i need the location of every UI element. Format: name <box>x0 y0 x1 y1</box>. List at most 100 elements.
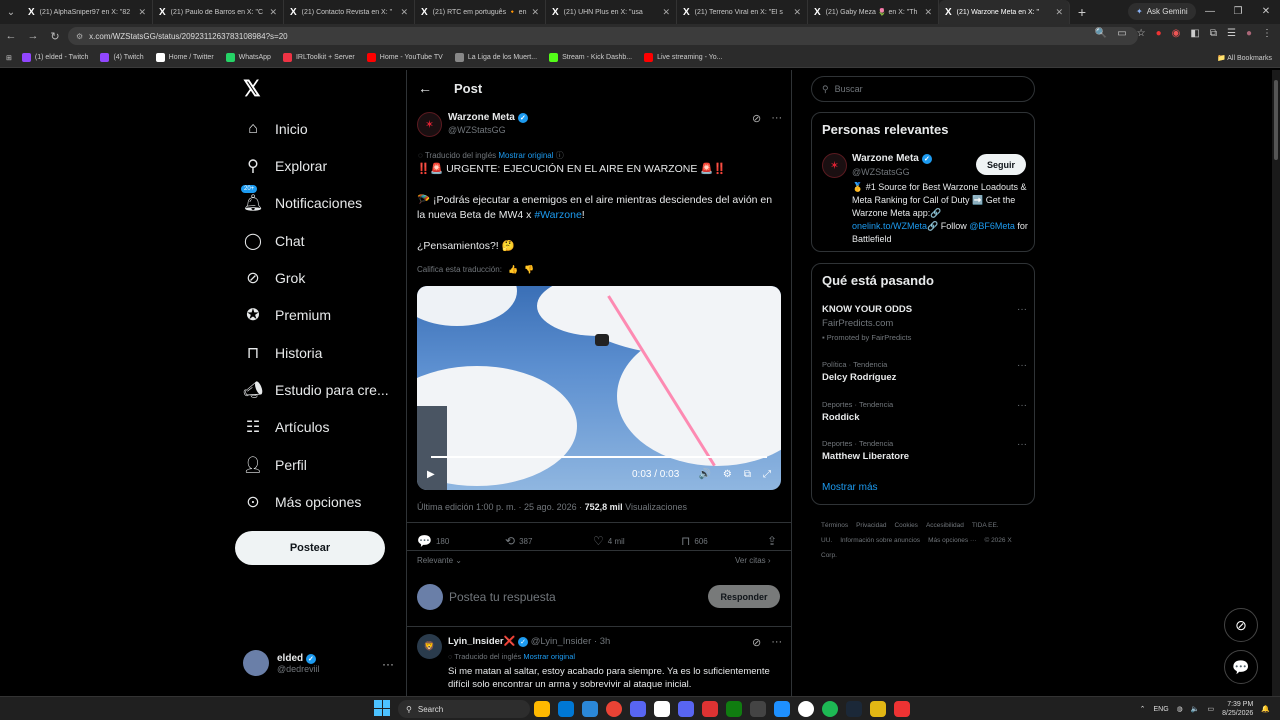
like-stat[interactable]: ♡ 4 mil <box>593 534 681 548</box>
share-button[interactable]: ⇪ <box>767 534 777 548</box>
nav-item-perfil[interactable]: 👤︎ Perfil <box>243 452 307 478</box>
close-tab-icon[interactable]: ✕ <box>662 7 670 18</box>
more-dots-icon[interactable]: ··· <box>1017 304 1027 315</box>
close-tab-icon[interactable]: ✕ <box>1055 7 1063 18</box>
app-icon[interactable] <box>870 701 886 717</box>
cast-icon[interactable]: ▭ <box>1117 28 1126 39</box>
footer-link[interactable]: Cookies <box>894 522 917 529</box>
nav-item-más-opciones[interactable]: ⊙ Más opciones <box>243 489 361 515</box>
edge-icon[interactable] <box>558 701 574 717</box>
footer-link[interactable]: Privacidad <box>856 522 886 529</box>
footer-link[interactable]: Más opciones ··· <box>928 537 976 544</box>
view-quotes-link[interactable]: Ver citas › <box>735 556 771 565</box>
forward-arrow-icon[interactable]: → <box>22 30 44 42</box>
bookmark-item[interactable]: IRLToolkit + Server <box>282 53 355 62</box>
extensions-icon[interactable]: ⧉ <box>1210 28 1217 39</box>
nav-item-premium[interactable]: ✪ Premium <box>243 302 331 328</box>
close-tab-icon[interactable]: ✕ <box>269 7 277 18</box>
nav-item-artículos[interactable]: ☷ Artículos <box>243 414 330 440</box>
star-icon[interactable]: ☆ <box>1137 28 1146 39</box>
notification-icon[interactable]: 🔔 <box>1261 705 1270 713</box>
x-logo[interactable]: 𝕏 <box>243 76 261 102</box>
more-dots-icon[interactable]: ··· <box>771 636 782 649</box>
scrollbar[interactable] <box>1272 70 1280 696</box>
reply-input[interactable]: Postea tu respuesta <box>449 590 556 604</box>
browser-tab[interactable]: X (21) Gaby Meza 🌷 en X: "Th ✕ <box>808 0 939 24</box>
all-bookmarks[interactable]: 📁 All Bookmarks <box>1217 54 1272 62</box>
author-avatar[interactable]: ✶ <box>822 153 847 178</box>
extension-lightning-icon[interactable]: ◉ <box>1172 28 1181 39</box>
bookmark-item[interactable]: Stream - Kick Dashb... <box>549 53 632 62</box>
more-dots-icon[interactable]: ··· <box>1017 439 1027 450</box>
extension-tools-icon[interactable]: ◧ <box>1190 28 1199 39</box>
bookmark-item[interactable]: (1) elded - Twitch <box>21 53 88 62</box>
bookmark-item[interactable]: Live streaming - Yo... <box>644 53 722 62</box>
profile-avatar[interactable]: ● <box>1246 28 1252 39</box>
apps-grid-icon[interactable]: ⊞ <box>6 54 12 62</box>
grok-icon[interactable]: ⊘ <box>1224 608 1258 642</box>
bookmark-item[interactable]: Home / Twitter <box>155 53 214 62</box>
bookmark-item[interactable]: (4) Twitch <box>100 53 144 62</box>
maximize-icon[interactable]: ❐ <box>1224 0 1252 24</box>
close-tab-icon[interactable]: ✕ <box>400 7 408 18</box>
play-icon[interactable]: ▶ <box>427 469 435 480</box>
app-icon[interactable] <box>894 701 910 717</box>
close-tab-icon[interactable]: ✕ <box>531 7 539 18</box>
pip-icon[interactable]: ⧉ <box>744 469 751 480</box>
spotify-icon[interactable] <box>822 701 838 717</box>
reply-author-name[interactable]: Lyin_Insider <box>448 636 504 647</box>
volume-icon[interactable]: 🔊 <box>698 469 710 480</box>
hashtag-link[interactable]: #Warzone <box>534 209 581 221</box>
nav-item-chat[interactable]: ◯ Chat <box>243 228 305 254</box>
sort-replies-dropdown[interactable]: Relevante ⌄ <box>417 556 462 565</box>
video-player[interactable]: ▶ 0:03 / 0:03 🔊 ⚙ ⧉ ⤢ <box>417 286 781 490</box>
nav-item-explorar[interactable]: ⚲ Explorar <box>243 153 327 179</box>
bio-link[interactable]: onelink.to/WZMeta <box>852 221 927 231</box>
video-progress-bar[interactable] <box>431 456 767 458</box>
footer-link[interactable]: Información sobre anuncios <box>840 537 920 544</box>
browser-tab[interactable]: X (21) Warzone Meta en X: " ✕ <box>939 0 1070 24</box>
trend-item[interactable]: Deportes · Tendencia Matthew Liberatore … <box>822 439 1027 462</box>
tab-search-icon[interactable]: ⌄ <box>0 0 22 24</box>
browser-tab[interactable]: X (21) Paulo de Barros en X: "C ✕ <box>153 0 284 24</box>
fullscreen-icon[interactable]: ⤢ <box>763 469 771 480</box>
tab-list-icon[interactable]: ☰ <box>1227 28 1236 39</box>
search-input[interactable]: ⚲ Buscar <box>811 76 1035 102</box>
url-bar[interactable]: ⚙ x.com/WZStatsGG/status/2092311263783108… <box>68 27 1138 45</box>
browser-tab[interactable]: X (21) Contacto Revista en X: " ✕ <box>284 0 415 24</box>
close-tab-icon[interactable]: ✕ <box>793 7 801 18</box>
extension-red-icon[interactable]: ● <box>1156 28 1162 39</box>
volume-icon[interactable]: 🔈 <box>1191 705 1200 713</box>
bookmark-stat[interactable]: ⊓ 606 <box>681 534 767 548</box>
reload-icon[interactable]: ↻ <box>44 30 66 43</box>
app-icon[interactable] <box>774 701 790 717</box>
thumbs-up-icon[interactable]: 👍 <box>508 265 518 274</box>
show-original-link[interactable]: Mostrar original <box>523 652 575 661</box>
bio-mention-link[interactable]: @BF6Meta <box>969 221 1015 231</box>
messages-icon[interactable]: 💬 <box>1224 650 1258 684</box>
follow-button[interactable]: Seguir <box>976 154 1026 175</box>
chevron-up-icon[interactable]: ⌃ <box>1140 705 1146 713</box>
show-more-link[interactable]: Mostrar más <box>822 482 878 493</box>
zoom-icon[interactable]: 🔍 <box>1095 28 1107 39</box>
more-dots-icon[interactable]: ··· <box>1017 400 1027 411</box>
reply-button[interactable]: Responder <box>708 585 780 608</box>
app-icon[interactable] <box>798 701 814 717</box>
close-tab-icon[interactable]: ✕ <box>924 7 932 18</box>
reply-composer[interactable]: Postea tu respuesta <box>417 584 556 610</box>
trend-item[interactable]: Política · Tendencia Delcy Rodríguez ··· <box>822 360 1027 383</box>
browser-tab[interactable]: X (21) AlphaSniper97 en X: "82 ✕ <box>22 0 153 24</box>
grok-icon[interactable]: ⊘ <box>752 112 761 125</box>
windows-start-icon[interactable] <box>374 700 390 716</box>
discord-icon[interactable] <box>678 701 694 717</box>
excel-icon[interactable] <box>726 701 742 717</box>
nav-item-grok[interactable]: ⊘ Grok <box>243 265 305 291</box>
more-dots-icon[interactable]: ··· <box>771 112 782 125</box>
nav-item-historia[interactable]: ⊓ Historia <box>243 340 323 366</box>
nav-item-inicio[interactable]: ⌂ Inicio <box>243 116 308 142</box>
grok-icon[interactable]: ⊘ <box>752 636 761 649</box>
store-icon[interactable] <box>582 701 598 717</box>
bookmark-item[interactable]: Home - YouTube TV <box>366 53 443 62</box>
back-arrow-icon[interactable]: ← <box>0 30 22 42</box>
discord-icon[interactable] <box>630 701 646 717</box>
